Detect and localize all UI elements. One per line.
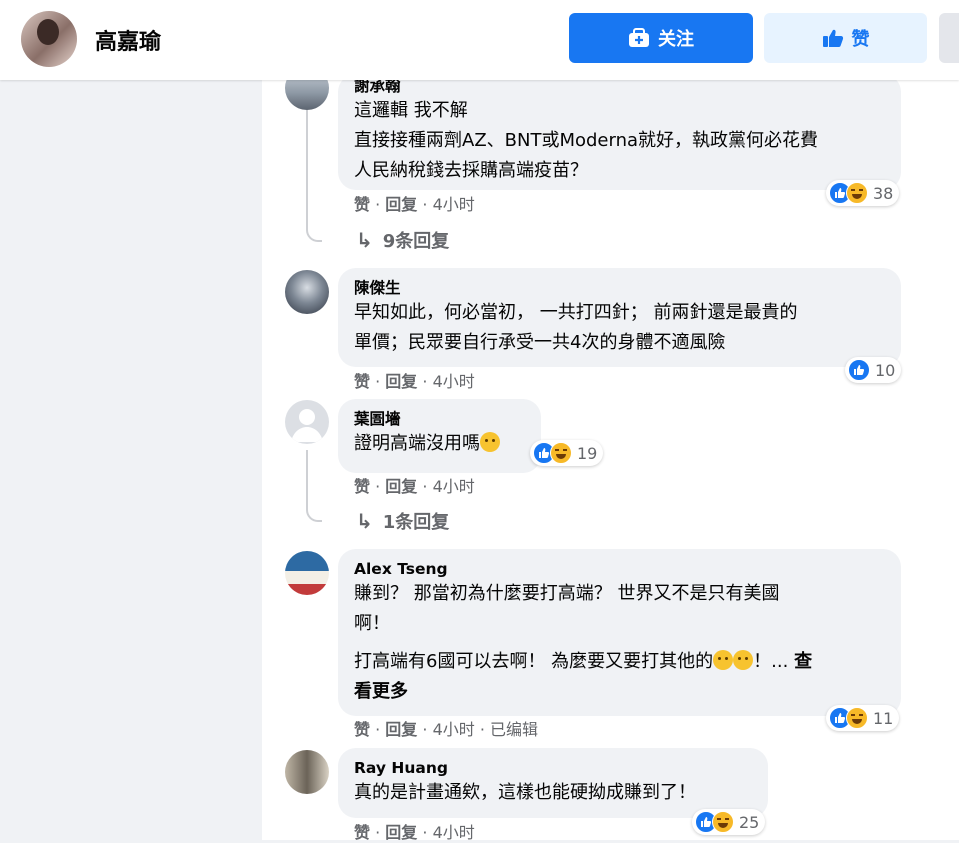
comment-text-row: 證明高端沒用嗎 — [354, 429, 525, 459]
eye-roll-emoji-icon — [713, 650, 734, 670]
comment-bubble: Ray Huang 真的是計畫通欸，這樣也能硬拗成賺到了！ — [338, 748, 768, 818]
timestamp[interactable]: 4小时 — [433, 477, 475, 496]
comment-actions: 赞 · 回复 · 4小时 — [354, 195, 475, 215]
separator: · — [417, 195, 433, 214]
comment-author[interactable]: 葉圄墻 — [354, 409, 525, 429]
separator: · — [370, 195, 386, 214]
timestamp[interactable]: 4小时 — [433, 823, 475, 842]
comment-text-line: 單價；民眾要自行承受一共4次的身體不適風險 — [354, 332, 726, 353]
like-page-label: 赞 — [851, 29, 870, 50]
comment-actions: 赞 · 回复 · 4小时 · 已编辑 — [354, 720, 538, 740]
like-link[interactable]: 赞 — [354, 823, 370, 842]
follow-label: 关注 — [658, 29, 694, 50]
page-name[interactable]: 高嘉瑜 — [95, 24, 161, 56]
person-silhouette-icon — [291, 409, 323, 442]
reply-link[interactable]: 回复 — [385, 372, 417, 391]
page-avatar[interactable] — [21, 11, 77, 67]
comment-text-tail: ！... — [753, 651, 789, 672]
comment-actions: 赞 · 回复 · 4小时 — [354, 477, 475, 497]
reply-link[interactable]: 回复 — [385, 823, 417, 842]
reaction-count: 10 — [875, 360, 896, 380]
like-reaction-icon — [848, 359, 870, 381]
more-button[interactable] — [939, 13, 959, 63]
separator: · — [417, 720, 433, 739]
comment-bubble: 謝承翰 這邏輯 我不解 直接接種兩劑AZ、BNT或Moderna就好，執政黨何必… — [338, 74, 901, 190]
reaction-count: 19 — [577, 443, 598, 463]
comment-author[interactable]: Alex Tseng — [354, 559, 885, 579]
separator: · — [417, 823, 433, 842]
comment-text: 證明高端沒用嗎 — [354, 433, 480, 454]
separator: · — [417, 477, 433, 496]
see-more-link[interactable]: 看更多 — [354, 677, 885, 707]
like-link[interactable]: 赞 — [354, 195, 370, 214]
comment-author[interactable]: 陳傑生 — [354, 278, 885, 298]
timestamp[interactable]: 4小时 — [433, 372, 475, 391]
avatar[interactable] — [285, 551, 329, 595]
thread-line — [306, 450, 322, 522]
like-link[interactable]: 赞 — [354, 477, 370, 496]
comment-text-line: 打高端有6國可以去啊！ 為麼要又要打其他的 — [354, 651, 714, 672]
separator: · — [474, 720, 491, 739]
reply-arrow-icon: ↳ — [356, 509, 373, 533]
comment-text: 真的是計畫通欸，這樣也能硬拗成賺到了！ — [354, 782, 696, 803]
view-replies-link[interactable]: ↳ 9条回复 — [356, 227, 449, 253]
like-page-button[interactable]: 赞 — [764, 13, 927, 63]
separator: · — [417, 372, 433, 391]
comment-actions: 赞 · 回复 · 4小时 — [354, 823, 475, 843]
separator: · — [370, 372, 386, 391]
like-link[interactable]: 赞 — [354, 372, 370, 391]
separator: · — [370, 720, 386, 739]
follow-icon — [628, 28, 650, 48]
separator: · — [370, 477, 386, 496]
comment-author[interactable]: Ray Huang — [354, 758, 752, 778]
thumbs-up-icon — [822, 28, 844, 48]
comment-text-line: 早知如此，何必當初， 一共打四針； 前兩針還是最貴的 — [354, 302, 798, 323]
reaction-summary[interactable]: 11 — [826, 705, 900, 731]
haha-reaction-icon — [846, 182, 868, 204]
reaction-count: 38 — [873, 183, 894, 203]
avatar[interactable] — [285, 270, 329, 314]
comment-text-line: 直接接種兩劑AZ、BNT或Moderna就好，執政黨何必花費 — [354, 130, 819, 151]
comment-bubble: Alex Tseng 賺到？ 那當初為什麼要打高端？ 世界又不是只有美國 啊！ … — [338, 549, 901, 716]
comment-bubble: 陳傑生 早知如此，何必當初， 一共打四針； 前兩針還是最貴的 單價；民眾要自行承… — [338, 268, 901, 367]
comment-text-line: 人民納稅錢去採購高端疫苗？ — [354, 160, 588, 181]
comment-text-line: 賺到？ 那當初為什麼要打高端？ 世界又不是只有美國 — [354, 583, 780, 604]
reaction-summary[interactable]: 19 — [530, 440, 604, 466]
reply-arrow-icon: ↳ — [356, 228, 373, 252]
default-avatar[interactable] — [285, 400, 329, 444]
reaction-count: 25 — [739, 812, 760, 832]
view-replies-link[interactable]: ↳ 1条回复 — [356, 508, 449, 534]
reaction-count: 11 — [873, 708, 894, 728]
haha-reaction-icon — [550, 442, 572, 464]
see-more-link[interactable]: 查 — [794, 651, 812, 672]
reply-link[interactable]: 回复 — [385, 720, 417, 739]
reaction-summary[interactable]: 10 — [845, 357, 902, 383]
eye-roll-emoji-icon — [733, 650, 754, 670]
comment-actions: 赞 · 回复 · 4小时 — [354, 372, 475, 392]
comment-text-line: 啊！ — [354, 613, 390, 634]
laughing-emoji-icon — [480, 432, 500, 452]
follow-button[interactable]: 关注 — [569, 13, 753, 63]
comment-text-line: 這邏輯 我不解 — [354, 100, 468, 121]
thread-line — [306, 110, 322, 242]
edited-label: 已编辑 — [490, 720, 539, 739]
page-header: 高嘉瑜 关注 赞 — [0, 0, 959, 80]
comment-bubble: 葉圄墻 證明高端沒用嗎 — [338, 399, 541, 473]
haha-reaction-icon — [846, 707, 868, 729]
timestamp[interactable]: 4小时 — [433, 195, 475, 214]
reaction-summary[interactable]: 38 — [826, 180, 900, 206]
separator: · — [370, 823, 386, 842]
like-link[interactable]: 赞 — [354, 720, 370, 739]
avatar[interactable] — [285, 750, 329, 794]
reaction-summary[interactable]: 25 — [692, 809, 766, 835]
timestamp[interactable]: 4小时 — [433, 720, 475, 739]
replies-count: 1条回复 — [382, 512, 450, 533]
reply-link[interactable]: 回复 — [385, 477, 417, 496]
comment-text-row: 打高端有6國可以去啊！ 為麼要又要打其他的 ！... 查 — [354, 647, 885, 677]
reply-link[interactable]: 回复 — [385, 195, 417, 214]
haha-reaction-icon — [712, 811, 734, 833]
replies-count: 9条回复 — [382, 231, 450, 252]
